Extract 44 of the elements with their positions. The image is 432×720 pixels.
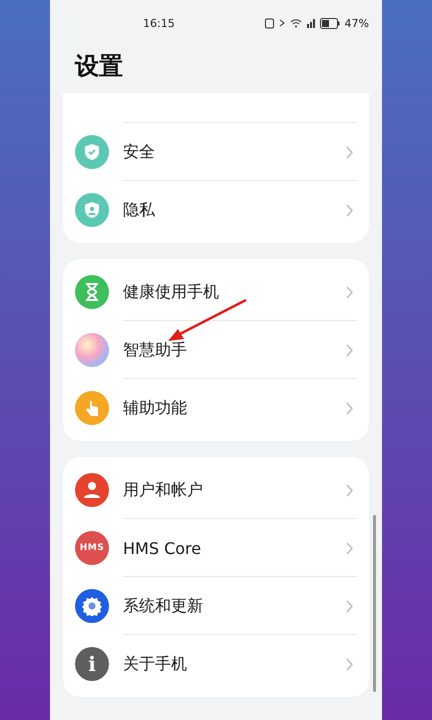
chevron-icon <box>346 542 353 554</box>
settings-icon <box>75 589 109 623</box>
hourglass-icon <box>75 275 109 309</box>
nfc-icon <box>264 18 274 28</box>
page-title: 设置 <box>74 51 124 82</box>
chevron-icon <box>346 204 353 216</box>
chevron-icon <box>346 402 353 414</box>
chevron-icon <box>346 146 353 158</box>
chevron-icon <box>346 658 353 670</box>
item-label: 安全 <box>123 142 156 162</box>
hms-icon: HMS <box>75 531 109 565</box>
clock-time: 16:15 <box>143 16 175 30</box>
wifi-icon <box>290 18 302 28</box>
chevron-icon <box>346 286 353 298</box>
orb-icon <box>75 333 109 367</box>
item-label: 辅助功能 <box>123 398 188 418</box>
item-label: 智慧助手 <box>123 340 188 360</box>
bluetooth-icon <box>278 18 285 28</box>
settings-item[interactable]: 辅助功能 <box>63 379 369 437</box>
settings-item[interactable]: 智慧助手 <box>63 321 369 379</box>
shield-person-icon <box>75 193 109 227</box>
settings-item[interactable]: HMS HMS Core <box>63 519 369 577</box>
settings-item[interactable]: i 关于手机 <box>63 635 369 693</box>
item-label: 健康使用手机 <box>123 282 220 302</box>
settings-item[interactable]: 系统和更新 <box>63 577 369 635</box>
settings-item[interactable]: 用户和帐户 <box>63 461 369 519</box>
chevron-icon <box>346 600 353 612</box>
item-label: 隐私 <box>123 200 156 220</box>
shield-icon <box>75 135 109 169</box>
settings-item[interactable]: 隐私 <box>63 181 369 239</box>
item-label: 用户和帐户 <box>123 480 204 500</box>
settings-item[interactable]: 安全 <box>63 123 369 181</box>
chevron-icon <box>346 484 353 496</box>
item-label: HMS Core <box>123 538 202 558</box>
hand-icon <box>75 391 109 425</box>
info-icon: i <box>75 647 109 681</box>
item-label: 关于手机 <box>123 654 188 674</box>
battery-icon <box>320 18 340 28</box>
battery-percent: 47% <box>344 16 369 30</box>
person-icon <box>75 473 109 507</box>
signal-icon <box>306 18 315 28</box>
chevron-icon <box>346 344 353 356</box>
settings-item[interactable]: 健康使用手机 <box>63 263 369 321</box>
item-label: 系统和更新 <box>123 596 204 616</box>
